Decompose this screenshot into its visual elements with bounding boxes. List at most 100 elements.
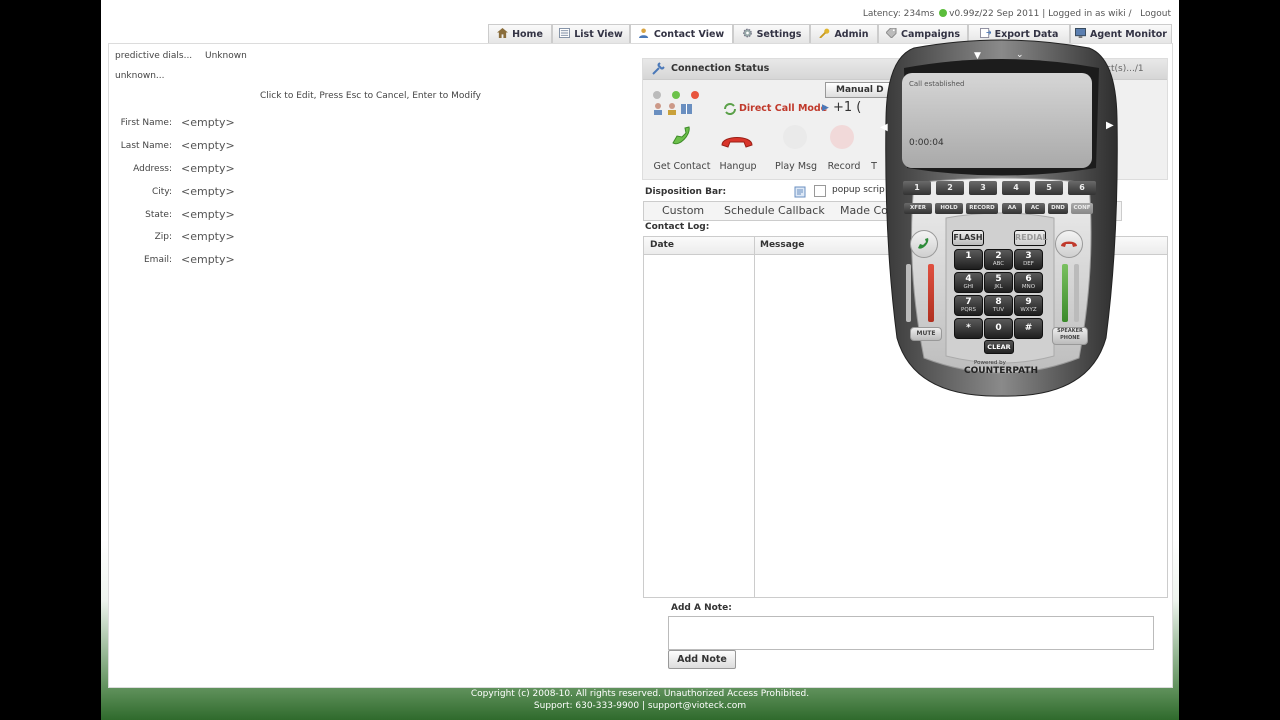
keypad-key-0[interactable]: 0 xyxy=(984,318,1013,339)
record-icon[interactable] xyxy=(830,125,854,149)
keypad-key-3[interactable]: 3 DEF xyxy=(1014,249,1043,270)
tab-admin[interactable]: Admin xyxy=(810,24,878,44)
minimize-icon[interactable] xyxy=(653,91,661,99)
field-value-email[interactable]: <empty> xyxy=(181,253,235,266)
speaker-level-meter xyxy=(1062,264,1068,322)
mute-button[interactable]: MUTE xyxy=(910,327,942,341)
key-digit: 7 xyxy=(965,297,972,307)
field-value-zip[interactable]: <empty> xyxy=(181,230,235,243)
list-icon xyxy=(559,28,571,38)
column-header-date[interactable]: Date xyxy=(650,240,674,250)
truncated-button-label: T xyxy=(871,161,877,172)
conf-button[interactable]: CONF xyxy=(1071,203,1093,214)
redial-button[interactable]: REDIAL xyxy=(1014,230,1048,246)
phone-menu-arrow-icon[interactable]: ▼ xyxy=(974,51,981,61)
direct-call-mode-link[interactable]: Direct Call Mode xyxy=(739,103,827,114)
disposition-bar-label: Disposition Bar: xyxy=(645,187,727,197)
line-key-2[interactable]: 2 xyxy=(936,181,964,195)
flash-button[interactable]: FLASH xyxy=(952,230,984,246)
field-label-email: Email: xyxy=(143,255,172,265)
export-icon xyxy=(979,28,991,38)
keypad-key-star[interactable]: * xyxy=(954,318,983,339)
disposition-tab-schedule-callback[interactable]: Schedule Callback xyxy=(724,204,825,217)
keypad-key-5[interactable]: 5 JKL xyxy=(984,272,1013,293)
record-label: Record xyxy=(827,161,861,172)
phone-answer-button[interactable] xyxy=(910,230,938,258)
keypad-key-6[interactable]: 6 MNO xyxy=(1014,272,1043,293)
key-letters: PQRS xyxy=(961,307,976,313)
mic-volume-slider[interactable] xyxy=(906,264,911,322)
maximize-icon[interactable] xyxy=(672,91,681,99)
add-note-button[interactable]: Add Note xyxy=(668,650,736,669)
line-key-1[interactable]: 1 xyxy=(903,181,931,195)
keypad-key-7[interactable]: 7 PQRS xyxy=(954,295,983,316)
field-label-state: State: xyxy=(145,210,172,220)
keypad-key-9[interactable]: 9 WXYZ xyxy=(1014,295,1043,316)
line-key-3[interactable]: 3 xyxy=(969,181,997,195)
phone-number-prefix: +1 ( xyxy=(833,100,862,115)
home-icon xyxy=(497,28,509,38)
popup-script-checkbox[interactable] xyxy=(814,185,826,197)
disposition-tab-made-contact[interactable]: Made Co xyxy=(840,204,888,217)
refresh-icon xyxy=(724,103,736,115)
tab-settings[interactable]: Settings xyxy=(733,24,810,44)
line-key-5[interactable]: 5 xyxy=(1035,181,1063,195)
field-label-address: Address: xyxy=(133,164,172,174)
speakerphone-button[interactable]: SPEAKER PHONE xyxy=(1052,327,1088,345)
connection-status-title: Connection Status xyxy=(671,63,770,74)
record-button[interactable]: RECORD xyxy=(966,203,998,214)
column-divider xyxy=(754,237,755,597)
line-key-4[interactable]: 4 xyxy=(1002,181,1030,195)
clear-button[interactable]: CLEAR xyxy=(984,340,1014,354)
key-digit: * xyxy=(966,323,971,333)
contact-log-label: Contact Log: xyxy=(645,222,710,232)
hold-button[interactable]: HOLD xyxy=(935,203,963,214)
close-icon[interactable] xyxy=(691,91,700,99)
keypad-key-1[interactable]: 1 xyxy=(954,249,983,270)
field-value-first-name[interactable]: <empty> xyxy=(181,116,235,129)
field-label-last-name: Last Name: xyxy=(120,141,172,151)
play-arrow-icon: ▶ xyxy=(822,103,829,113)
xfer-button[interactable]: XFER xyxy=(904,203,932,214)
field-value-city[interactable]: <empty> xyxy=(181,185,235,198)
key-digit: 2 xyxy=(995,251,1002,261)
counterpath-logo: COUNTERPATH xyxy=(964,366,1039,376)
key-digit: 8 xyxy=(995,297,1002,307)
contact-icon xyxy=(638,28,648,38)
phone-expand-icon[interactable]: ⌄ xyxy=(1016,50,1024,60)
add-note-label: Add A Note: xyxy=(671,603,732,613)
tab-list-view[interactable]: List View xyxy=(552,24,630,44)
tab-label: Contact View xyxy=(653,29,725,40)
dnd-button[interactable]: DND xyxy=(1048,203,1068,214)
ac-button[interactable]: AC xyxy=(1025,203,1045,214)
get-contact-phone-icon[interactable] xyxy=(669,123,695,149)
disposition-tab-custom[interactable]: Custom xyxy=(662,204,704,217)
hangup-phone-icon[interactable] xyxy=(720,133,754,149)
keypad-key-4[interactable]: 4 GHI xyxy=(954,272,983,293)
column-header-message[interactable]: Message xyxy=(760,240,804,250)
keypad-key-hash[interactable]: # xyxy=(1014,318,1043,339)
phone-scroll-right-icon[interactable]: ▶ xyxy=(1106,120,1114,131)
aa-button[interactable]: AA xyxy=(1002,203,1022,214)
tab-label: List View xyxy=(574,29,623,40)
phone-hangup-button[interactable] xyxy=(1055,230,1083,258)
monitor-icon xyxy=(1075,28,1086,38)
play-msg-icon[interactable] xyxy=(783,125,807,149)
field-value-state[interactable]: <empty> xyxy=(181,208,235,221)
keypad-key-8[interactable]: 8 TUV xyxy=(984,295,1013,316)
key-letters: DEF xyxy=(1023,261,1034,267)
speaker-volume-slider[interactable] xyxy=(1074,264,1079,322)
logout-link[interactable]: Logout xyxy=(1140,9,1171,19)
tab-home[interactable]: Home xyxy=(488,24,552,44)
field-value-last-name[interactable]: <empty> xyxy=(181,139,235,152)
phone-call-timer: 0:00:04 xyxy=(909,138,944,148)
line-key-6[interactable]: 6 xyxy=(1068,181,1096,195)
phone-scroll-left-icon[interactable]: ◀ xyxy=(880,122,888,133)
note-textarea[interactable] xyxy=(668,616,1154,650)
tab-label: Settings xyxy=(756,29,802,40)
popup-script-icon[interactable] xyxy=(794,186,806,198)
keypad-key-2[interactable]: 2 ABC xyxy=(984,249,1013,270)
key-digit: 9 xyxy=(1025,297,1032,307)
contacts-book-icon[interactable] xyxy=(653,102,693,116)
field-value-address[interactable]: <empty> xyxy=(181,162,235,175)
